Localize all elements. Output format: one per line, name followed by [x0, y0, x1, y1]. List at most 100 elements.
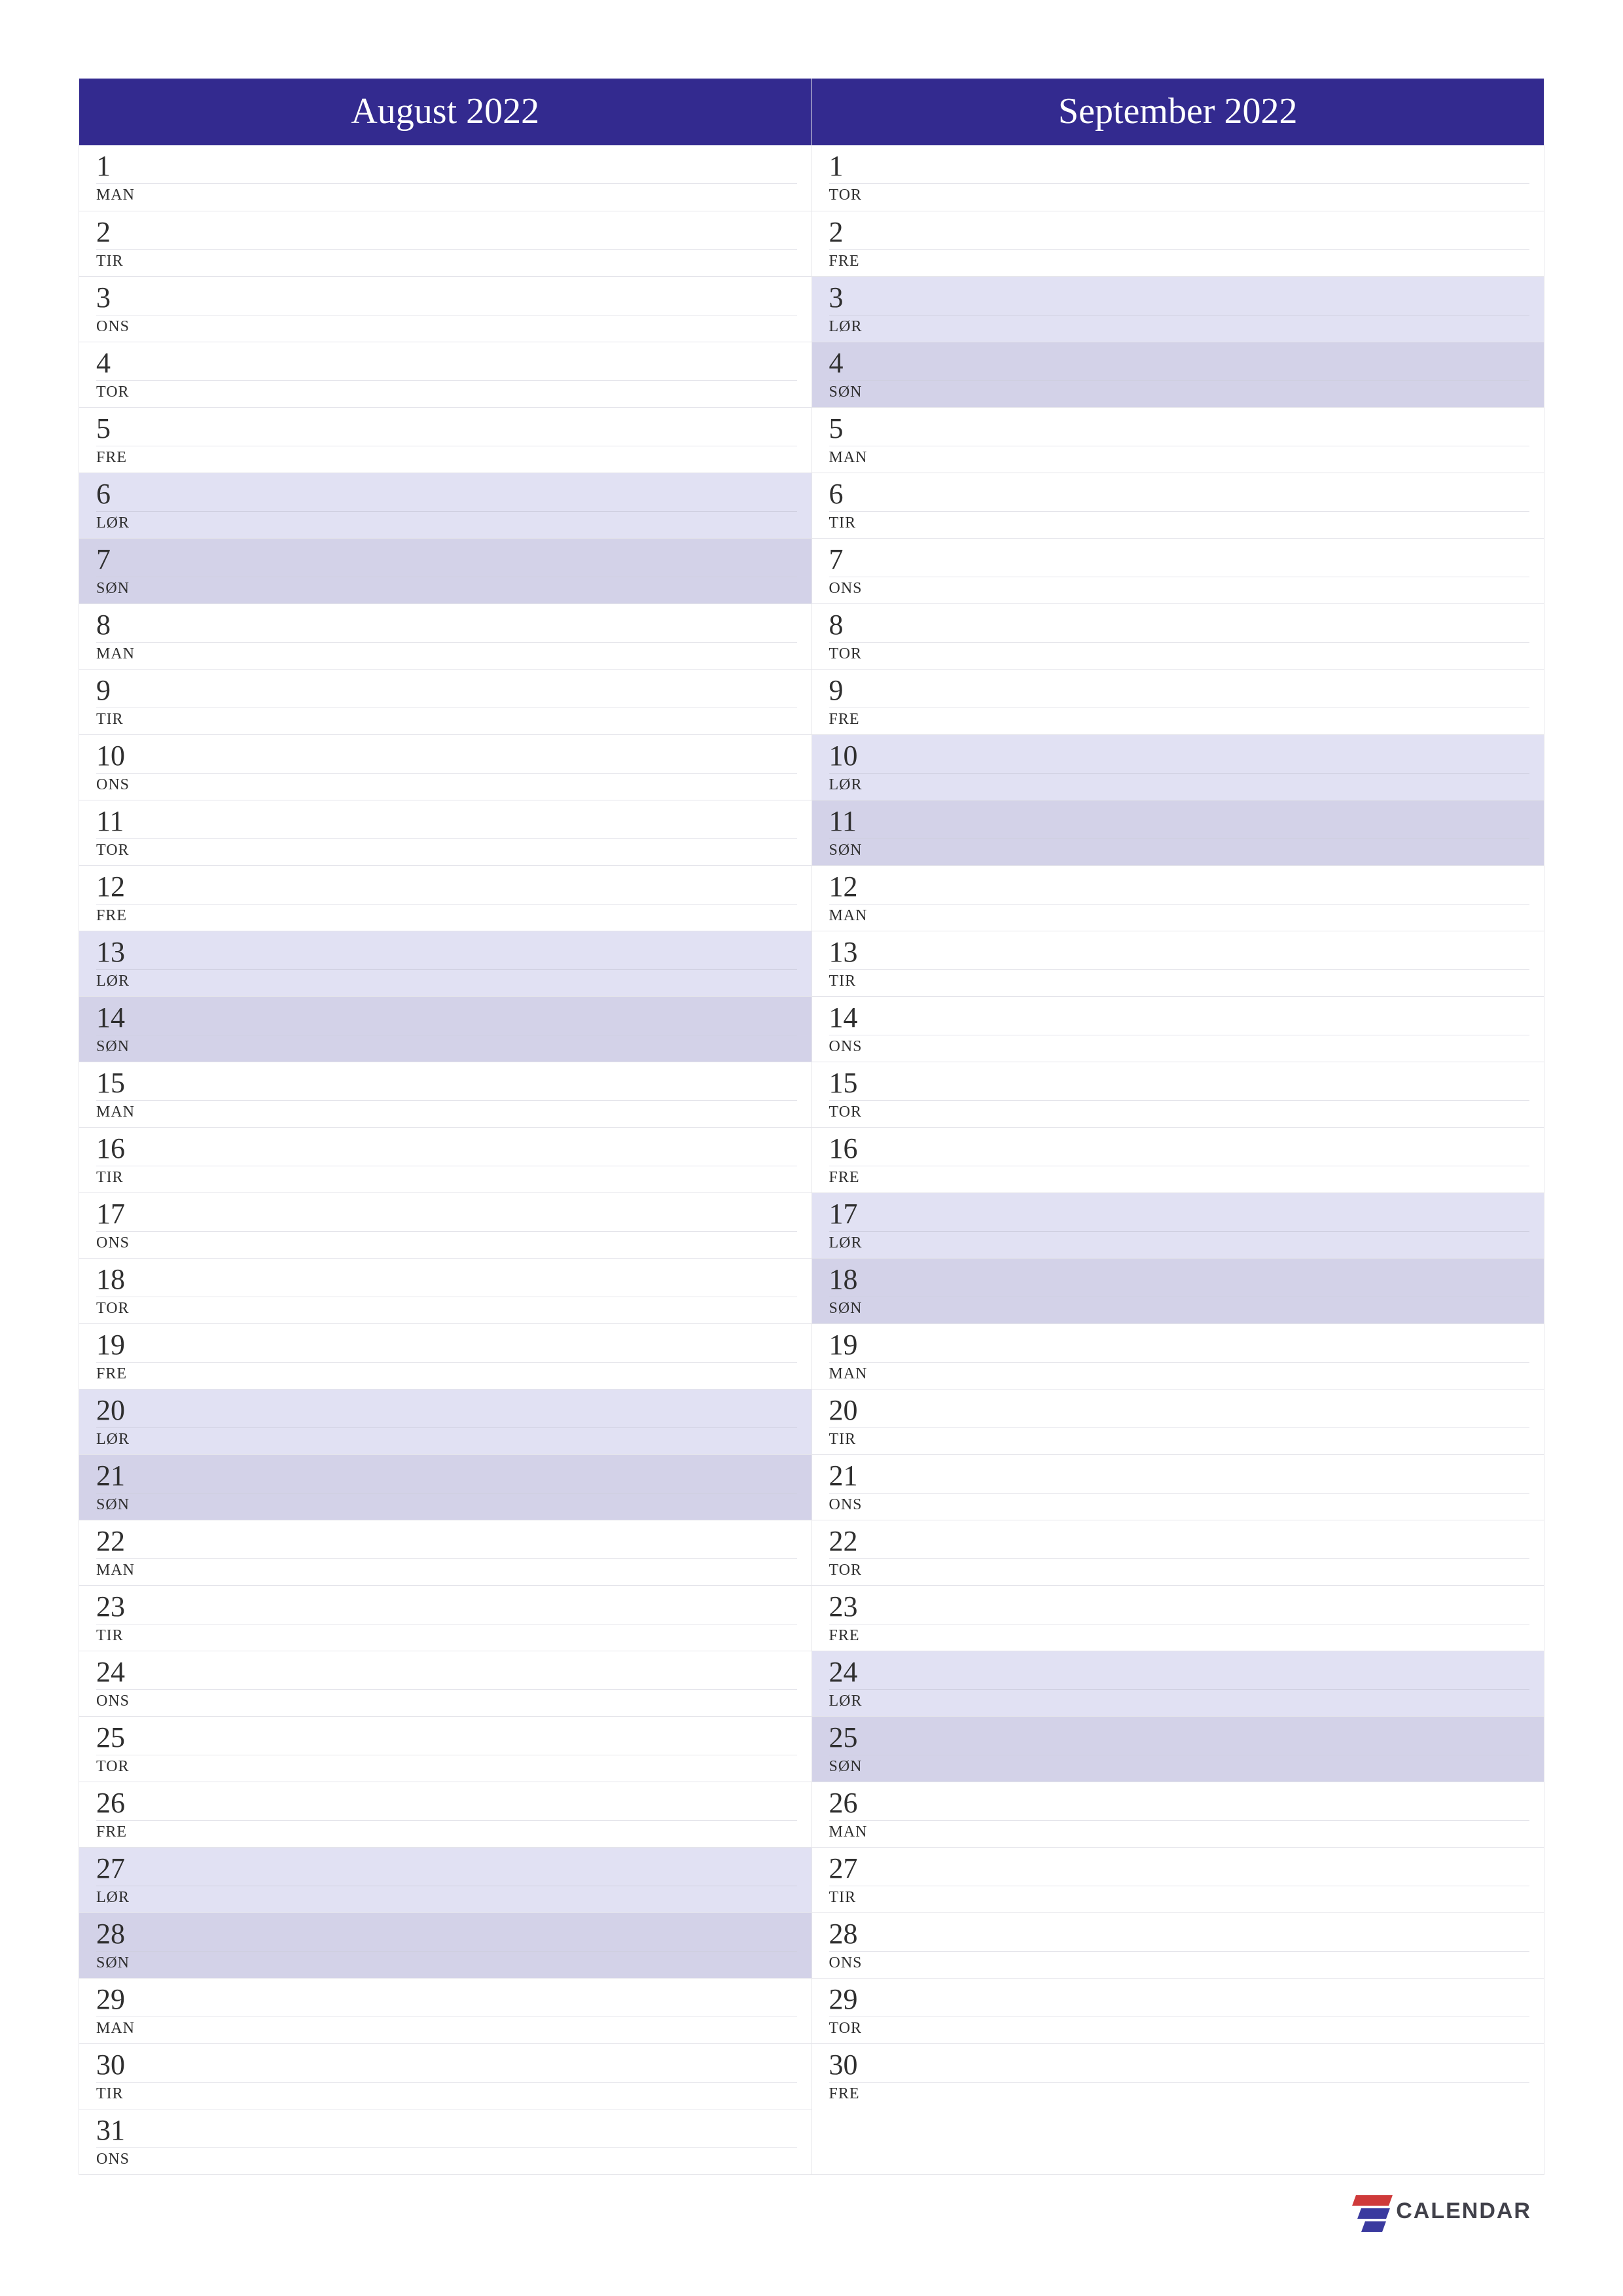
- day-of-week: MAN: [829, 446, 1530, 467]
- day-cell: 26MAN: [812, 1782, 1544, 1847]
- day-number: 4: [829, 349, 1530, 380]
- day-of-week: TOR: [829, 2017, 1530, 2037]
- day-cell: 21ONS: [812, 1454, 1544, 1520]
- day-cell: 24ONS: [79, 1651, 812, 1716]
- day-number: 27: [96, 1854, 797, 1886]
- day-number: 24: [829, 1658, 1530, 1689]
- day-cell: 13LØR: [79, 931, 812, 996]
- day-of-week: SØN: [96, 1035, 797, 1056]
- day-of-week: SØN: [829, 1755, 1530, 1776]
- day-cell: 2FRE: [812, 211, 1544, 276]
- day-of-week: SØN: [829, 380, 1530, 401]
- brand-text: CALENDAR: [1396, 2198, 1531, 2224]
- day-number: 19: [829, 1331, 1530, 1362]
- day-number: 26: [829, 1789, 1530, 1820]
- day-cell: 27TIR: [812, 1847, 1544, 1912]
- day-of-week: TIR: [96, 1624, 797, 1645]
- day-number: 16: [829, 1134, 1530, 1166]
- day-cell: 29TOR: [812, 1978, 1544, 2043]
- day-number: 6: [96, 480, 797, 511]
- day-cell: 21SØN: [79, 1454, 812, 1520]
- day-of-week: LØR: [829, 1231, 1530, 1252]
- day-number: 15: [96, 1069, 797, 1100]
- day-of-week: TOR: [829, 1558, 1530, 1579]
- day-cell: 18TOR: [79, 1258, 812, 1323]
- day-of-week: ONS: [829, 1035, 1530, 1056]
- day-number: 22: [829, 1527, 1530, 1558]
- day-of-week: ONS: [96, 773, 797, 794]
- day-number: 26: [96, 1789, 797, 1820]
- day-number: 14: [829, 1003, 1530, 1035]
- day-of-week: TOR: [96, 838, 797, 859]
- day-of-week: FRE: [829, 1166, 1530, 1187]
- month-column-2: September 2022 1TOR2FRE3LØR4SØN5MAN6TIR7…: [812, 79, 1545, 2175]
- day-cell: 12MAN: [812, 865, 1544, 931]
- day-number: 1: [829, 152, 1530, 183]
- day-number: 14: [96, 1003, 797, 1035]
- day-of-week: TIR: [829, 1886, 1530, 1907]
- day-number: 10: [829, 742, 1530, 773]
- day-cell: 20TIR: [812, 1389, 1544, 1454]
- day-number: 29: [96, 1985, 797, 2017]
- day-of-week: MAN: [96, 642, 797, 663]
- day-of-week: MAN: [829, 1820, 1530, 1841]
- day-number: 29: [829, 1985, 1530, 2017]
- day-cell: 22MAN: [79, 1520, 812, 1585]
- day-number: 3: [96, 283, 797, 315]
- day-cell: 5MAN: [812, 407, 1544, 473]
- day-cell: 9FRE: [812, 669, 1544, 734]
- day-number: 5: [96, 414, 797, 446]
- day-cell: 30FRE: [812, 2043, 1544, 2109]
- day-number: 2: [96, 218, 797, 249]
- day-number: 30: [829, 2051, 1530, 2082]
- day-number: 7: [829, 545, 1530, 577]
- day-of-week: ONS: [829, 577, 1530, 598]
- day-cell: 7SØN: [79, 538, 812, 603]
- day-number: 31: [96, 2116, 797, 2147]
- day-number: 12: [96, 872, 797, 904]
- day-number: 9: [829, 676, 1530, 708]
- month-column-1: August 2022 1MAN2TIR3ONS4TOR5FRE6LØR7SØN…: [79, 79, 812, 2175]
- calendar-two-month: August 2022 1MAN2TIR3ONS4TOR5FRE6LØR7SØN…: [79, 79, 1544, 2175]
- day-cell: 11TOR: [79, 800, 812, 865]
- day-of-week: TOR: [96, 1297, 797, 1318]
- day-of-week: TOR: [829, 183, 1530, 204]
- day-number: 12: [829, 872, 1530, 904]
- day-number: 20: [829, 1396, 1530, 1427]
- day-of-week: FRE: [96, 1362, 797, 1383]
- day-cell: 29MAN: [79, 1978, 812, 2043]
- day-cell: 1TOR: [812, 145, 1544, 211]
- day-cell: 8MAN: [79, 603, 812, 669]
- day-of-week: ONS: [96, 315, 797, 336]
- day-cell: 31ONS: [79, 2109, 812, 2174]
- day-of-week: ONS: [96, 1689, 797, 1710]
- day-of-week: TOR: [96, 1755, 797, 1776]
- day-cell: 10ONS: [79, 734, 812, 800]
- day-number: 21: [829, 1462, 1530, 1493]
- day-cell: 11SØN: [812, 800, 1544, 865]
- day-cell: 4TOR: [79, 342, 812, 407]
- day-number: 16: [96, 1134, 797, 1166]
- day-of-week: TIR: [96, 2082, 797, 2103]
- day-cell: 3ONS: [79, 276, 812, 342]
- day-cell: 19FRE: [79, 1323, 812, 1389]
- day-cell: 19MAN: [812, 1323, 1544, 1389]
- day-cell: 15MAN: [79, 1062, 812, 1127]
- day-number: 30: [96, 2051, 797, 2082]
- day-number: 15: [829, 1069, 1530, 1100]
- day-cell: 14ONS: [812, 996, 1544, 1062]
- day-of-week: LØR: [829, 773, 1530, 794]
- day-of-week: SØN: [96, 577, 797, 598]
- day-cell: 20LØR: [79, 1389, 812, 1454]
- day-number: 22: [96, 1527, 797, 1558]
- day-cell: 6TIR: [812, 473, 1544, 538]
- day-cell: 25TOR: [79, 1716, 812, 1782]
- day-number: 11: [829, 807, 1530, 838]
- day-number: 9: [96, 676, 797, 708]
- day-number: 21: [96, 1462, 797, 1493]
- day-of-week: LØR: [96, 511, 797, 532]
- day-of-week: SØN: [829, 1297, 1530, 1318]
- day-cell: 6LØR: [79, 473, 812, 538]
- day-cell: 30TIR: [79, 2043, 812, 2109]
- day-number: 13: [829, 938, 1530, 969]
